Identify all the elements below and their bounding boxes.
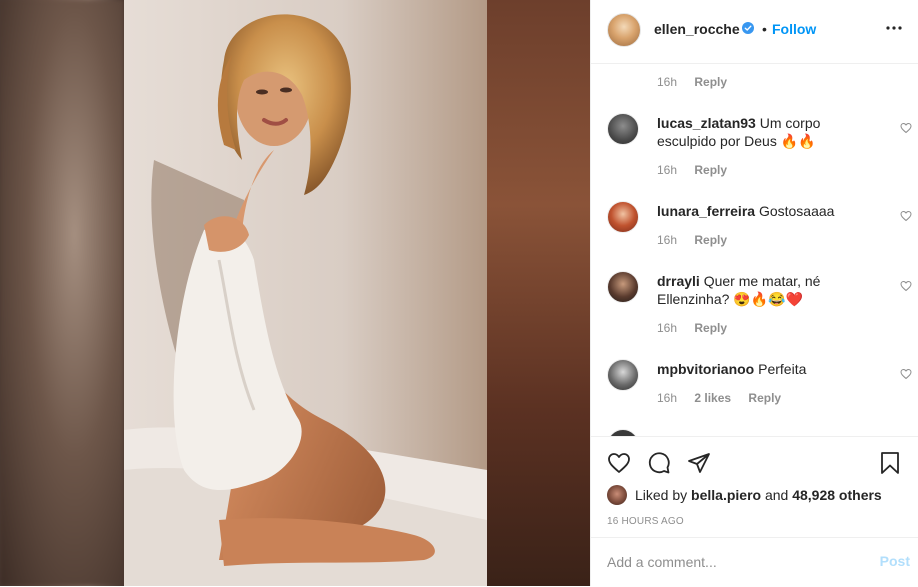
comment-likes[interactable]: 2 likes bbox=[694, 391, 731, 405]
comment-like-icon[interactable] bbox=[900, 210, 912, 222]
post-actions: Liked by bella.piero and 48,928 others 1… bbox=[591, 436, 918, 586]
comment-body: drrayli Quer me matar, né Ellenzinha? 😍🔥… bbox=[657, 272, 877, 308]
comment-like-icon[interactable] bbox=[900, 368, 912, 380]
comment-like-icon[interactable] bbox=[900, 280, 912, 292]
liked-count[interactable]: 48,928 others bbox=[792, 487, 882, 503]
comment-like-icon[interactable] bbox=[900, 122, 912, 134]
photo-illustration bbox=[124, 0, 487, 586]
commenter-avatar[interactable] bbox=[607, 271, 639, 303]
verified-icon bbox=[742, 22, 754, 34]
post-timestamp[interactable]: 16 HOURS AGO bbox=[607, 516, 684, 527]
reply-button[interactable]: Reply bbox=[694, 163, 727, 177]
commenter-avatar[interactable] bbox=[607, 359, 639, 391]
comment-text: Perfeita bbox=[758, 361, 807, 377]
media-blur-left bbox=[0, 0, 124, 586]
more-icon[interactable] bbox=[882, 16, 906, 40]
add-comment-bar: Post bbox=[591, 537, 918, 587]
comment-meta: 16h Reply bbox=[657, 321, 727, 335]
liker-avatar[interactable] bbox=[607, 485, 627, 505]
comment-body: mpbvitorianoo Perfeita bbox=[657, 360, 877, 378]
post-button[interactable]: Post bbox=[880, 553, 910, 569]
reply-button[interactable]: Reply bbox=[748, 391, 781, 405]
heart-icon[interactable] bbox=[607, 451, 631, 475]
likes-summary: Liked by bella.piero and 48,928 others bbox=[635, 487, 882, 503]
liked-user[interactable]: bella.piero bbox=[691, 487, 761, 503]
comment-time: 16h bbox=[657, 391, 678, 405]
commenter-avatar[interactable] bbox=[607, 113, 639, 145]
comments-list[interactable]: 16h Reply lucas_zlatan93 Um corpo esculp… bbox=[591, 64, 918, 436]
comment-time: 16h bbox=[657, 321, 678, 335]
commenter-username[interactable]: drrayli bbox=[657, 273, 700, 289]
author-avatar[interactable] bbox=[607, 13, 641, 47]
comment-body: lunara_ferreira Gostosaaaa bbox=[657, 202, 877, 220]
comment-icon[interactable] bbox=[647, 451, 671, 475]
follow-button[interactable]: Follow bbox=[772, 21, 816, 37]
instagram-post: ellen_rocche • Follow 16h Reply lucas_zl… bbox=[0, 0, 918, 586]
post-media[interactable] bbox=[0, 0, 590, 586]
comment-input[interactable] bbox=[607, 552, 847, 572]
comment-time: 16h bbox=[657, 75, 678, 89]
post-sidebar: ellen_rocche • Follow 16h Reply lucas_zl… bbox=[590, 0, 918, 586]
header-separator: • bbox=[762, 21, 767, 37]
liked-and: and bbox=[764, 487, 789, 503]
comment-meta: 16h Reply bbox=[657, 75, 727, 89]
reply-button[interactable]: Reply bbox=[694, 233, 727, 247]
author-username[interactable]: ellen_rocche bbox=[654, 21, 740, 37]
comment-time: 16h bbox=[657, 233, 678, 247]
media-blur-right bbox=[487, 0, 590, 586]
commenter-username[interactable]: lunara_ferreira bbox=[657, 203, 755, 219]
commenter-username[interactable]: lucas_zlatan93 bbox=[657, 115, 756, 131]
commenter-username[interactable]: mpbvitorianoo bbox=[657, 361, 754, 377]
reply-button[interactable]: Reply bbox=[694, 321, 727, 335]
comment-meta: 16h 2 likes Reply bbox=[657, 391, 781, 405]
reply-button[interactable]: Reply bbox=[694, 75, 727, 89]
comment-time: 16h bbox=[657, 163, 678, 177]
comment-meta: 16h Reply bbox=[657, 233, 727, 247]
post-header: ellen_rocche • Follow bbox=[591, 0, 918, 64]
share-icon[interactable] bbox=[687, 451, 711, 475]
commenter-avatar[interactable] bbox=[607, 201, 639, 233]
post-photo[interactable] bbox=[124, 0, 487, 586]
bookmark-icon[interactable] bbox=[878, 451, 902, 475]
liked-prefix: Liked by bbox=[635, 487, 688, 503]
comment-meta: 16h Reply bbox=[657, 163, 727, 177]
commenter-avatar[interactable] bbox=[607, 429, 639, 436]
comment-text: Gostosaaaa bbox=[758, 203, 835, 219]
comment-body: lucas_zlatan93 Um corpo esculpido por De… bbox=[657, 114, 877, 150]
